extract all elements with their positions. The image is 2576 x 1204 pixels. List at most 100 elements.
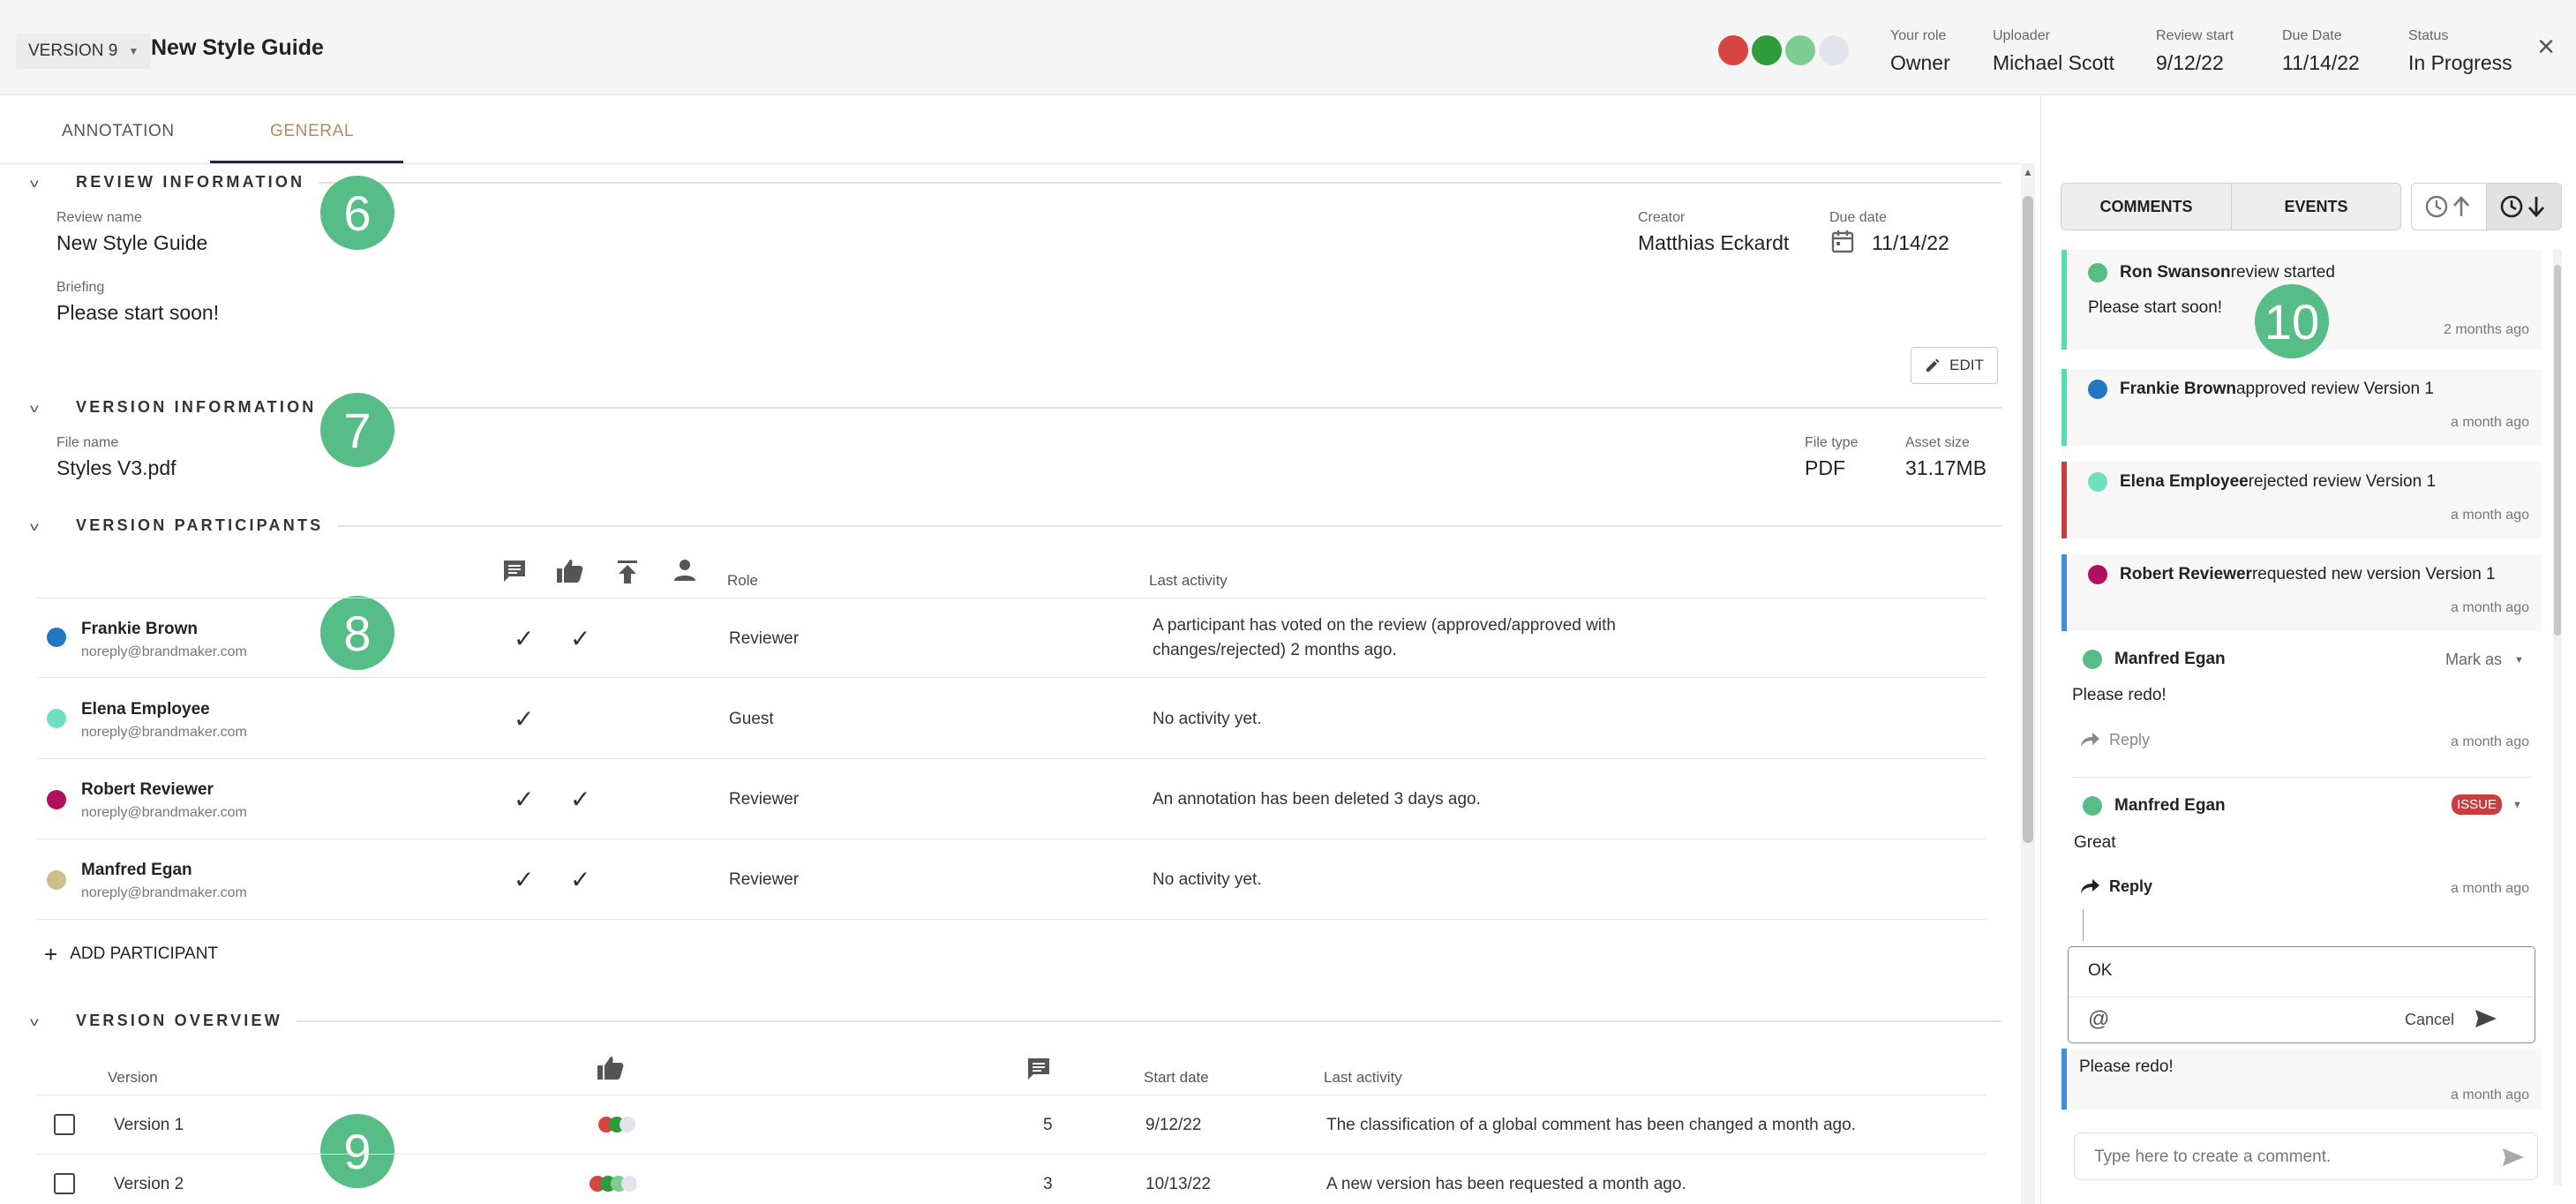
panel-scrollbar-thumb[interactable] bbox=[2554, 265, 2561, 636]
reply-button[interactable]: Reply bbox=[2079, 731, 2150, 749]
edit-button[interactable]: EDIT bbox=[1911, 347, 1998, 384]
column-header-version: Version bbox=[108, 1069, 158, 1086]
meta-status: Status In Progress bbox=[2408, 28, 2512, 75]
divider bbox=[330, 406, 2001, 409]
event-card[interactable]: Frankie Brown approved review Version 1 … bbox=[2062, 369, 2542, 446]
comment-input[interactable] bbox=[2094, 1142, 2465, 1172]
comment-card: Manfred Egan Mark as ▼ Please redo! Reply… bbox=[2062, 643, 2542, 773]
creator-label: Creator bbox=[1638, 210, 1686, 225]
meta-label: Due Date bbox=[2282, 28, 2342, 43]
divider bbox=[0, 163, 2021, 164]
avatar bbox=[2083, 650, 2102, 669]
avatar bbox=[47, 628, 66, 647]
participant-name: Elena Employee bbox=[81, 700, 210, 719]
comment-text: Great bbox=[2074, 833, 2116, 852]
asset-size-label: Asset size bbox=[1905, 435, 1970, 450]
participant-activity: An annotation has been deleted 3 days ag… bbox=[1153, 790, 1481, 809]
check-icon: ✓ bbox=[514, 705, 535, 733]
avatar bbox=[2088, 380, 2107, 399]
divider bbox=[37, 919, 1986, 920]
meta-value: 9/12/22 bbox=[2156, 51, 2224, 74]
section-version-participants[interactable]: v VERSION PARTICIPANTS bbox=[30, 516, 2001, 535]
row-checkbox[interactable] bbox=[54, 1114, 75, 1135]
event-author: Frankie Brown bbox=[2120, 380, 2236, 398]
reply-input[interactable]: OK bbox=[2088, 961, 2112, 981]
event-author: Ron Swanson bbox=[2120, 263, 2231, 282]
send-icon[interactable] bbox=[2502, 1148, 2525, 1171]
version-select-label: VERSION 9 bbox=[28, 41, 118, 60]
thumbs-up-icon bbox=[556, 558, 584, 589]
sort-oldest-button[interactable] bbox=[2411, 183, 2487, 230]
number-badge: 8 bbox=[320, 596, 394, 670]
event-note: Please redo! bbox=[2079, 1057, 2174, 1076]
event-time: a month ago bbox=[2451, 600, 2529, 615]
send-icon[interactable] bbox=[2475, 1009, 2497, 1033]
status-dot bbox=[1785, 35, 1815, 65]
creator-value: Matthias Eckardt bbox=[1638, 231, 1790, 254]
thumbs-up-icon bbox=[597, 1055, 625, 1086]
tab-general[interactable]: GENERAL bbox=[270, 122, 354, 141]
event-card[interactable]: Please redo! a month ago bbox=[2062, 1049, 2542, 1110]
comment-time: a month ago bbox=[2451, 734, 2529, 749]
comment-text: Please redo! bbox=[2072, 686, 2167, 704]
page-title: New Style Guide bbox=[151, 35, 324, 60]
status-dots bbox=[1718, 35, 1849, 65]
pencil-icon bbox=[1926, 358, 1940, 372]
edit-button-label: EDIT bbox=[1949, 357, 1984, 373]
upload-icon bbox=[616, 560, 639, 589]
event-card[interactable]: Robert Reviewer requested new version Ve… bbox=[2062, 554, 2542, 631]
close-icon[interactable]: × bbox=[2531, 32, 2561, 62]
version-name: Version 1 bbox=[114, 1116, 184, 1134]
check-icon: ✓ bbox=[570, 786, 591, 813]
tab-annotation[interactable]: ANNOTATION bbox=[62, 122, 175, 141]
row-checkbox[interactable] bbox=[54, 1173, 75, 1194]
check-icon: ✓ bbox=[514, 866, 535, 893]
participant-name: Frankie Brown bbox=[81, 620, 198, 638]
tab-events[interactable]: EVENTS bbox=[2231, 183, 2401, 230]
briefing-label: Briefing bbox=[56, 280, 105, 295]
review-name-value: New Style Guide bbox=[56, 231, 208, 254]
due-date-label: Due date bbox=[1829, 210, 1887, 225]
participant-role: Reviewer bbox=[729, 790, 800, 809]
scroll-up-icon[interactable]: ▲ bbox=[2023, 166, 2033, 178]
header-bar: VERSION 9 ▼ New Style Guide Your role Ow… bbox=[0, 0, 2576, 95]
file-name-value: Styles V3.pdf bbox=[56, 456, 176, 479]
issue-dropdown[interactable]: ISSUE ▼ bbox=[2452, 794, 2522, 815]
mark-as-dropdown[interactable]: Mark as ▼ bbox=[2445, 651, 2524, 670]
calendar-icon[interactable] bbox=[1831, 229, 1854, 253]
meta-review-start: Review start 9/12/22 bbox=[2156, 28, 2234, 75]
number-badge: 9 bbox=[320, 1114, 394, 1188]
section-version-overview[interactable]: v VERSION OVERVIEW bbox=[30, 1012, 2001, 1030]
start-date: 9/12/22 bbox=[1145, 1116, 1202, 1134]
meta-value: 11/14/22 bbox=[2282, 51, 2360, 74]
vote-dots bbox=[598, 1117, 635, 1133]
add-participant-button[interactable]: + ADD PARTICIPANT bbox=[44, 943, 218, 966]
vote-dots bbox=[590, 1176, 637, 1192]
briefing-value: Please start soon! bbox=[56, 301, 220, 324]
meta-uploader: Uploader Michael Scott bbox=[1993, 28, 2114, 75]
tab-comments[interactable]: COMMENTS bbox=[2061, 183, 2232, 230]
version-select[interactable]: VERSION 9 ▼ bbox=[16, 34, 152, 69]
reply-button[interactable]: Reply bbox=[2079, 877, 2152, 896]
event-time: a month ago bbox=[2451, 1087, 2529, 1102]
event-text: requested new version Version 1 bbox=[2251, 565, 2496, 583]
chevron-down-icon: ▼ bbox=[2512, 799, 2522, 810]
mention-icon[interactable]: @ bbox=[2088, 1007, 2109, 1032]
scrollbar-thumb[interactable] bbox=[2023, 196, 2033, 843]
event-card[interactable]: Elena Employee rejected review Version 1… bbox=[2062, 462, 2542, 538]
chevron-down-icon: ▼ bbox=[2514, 655, 2524, 666]
reply-label: Reply bbox=[2109, 731, 2151, 749]
table-row bbox=[0, 598, 1, 599]
meta-value: Michael Scott bbox=[1993, 51, 2115, 74]
chevron-down-icon: v bbox=[30, 518, 39, 533]
meta-label: Uploader bbox=[1993, 28, 2050, 43]
participant-activity: A participant has voted on the review (a… bbox=[1153, 616, 1616, 635]
review-name-label: Review name bbox=[56, 210, 142, 225]
column-header-role: Role bbox=[727, 572, 758, 589]
version-name: Version 2 bbox=[114, 1175, 184, 1193]
cancel-button[interactable]: Cancel bbox=[2405, 1011, 2454, 1029]
sort-newest-button[interactable] bbox=[2486, 183, 2562, 230]
event-time: 2 months ago bbox=[2444, 322, 2529, 337]
chevron-down-icon: v bbox=[30, 1013, 39, 1028]
event-note: Please start soon! bbox=[2088, 298, 2223, 317]
